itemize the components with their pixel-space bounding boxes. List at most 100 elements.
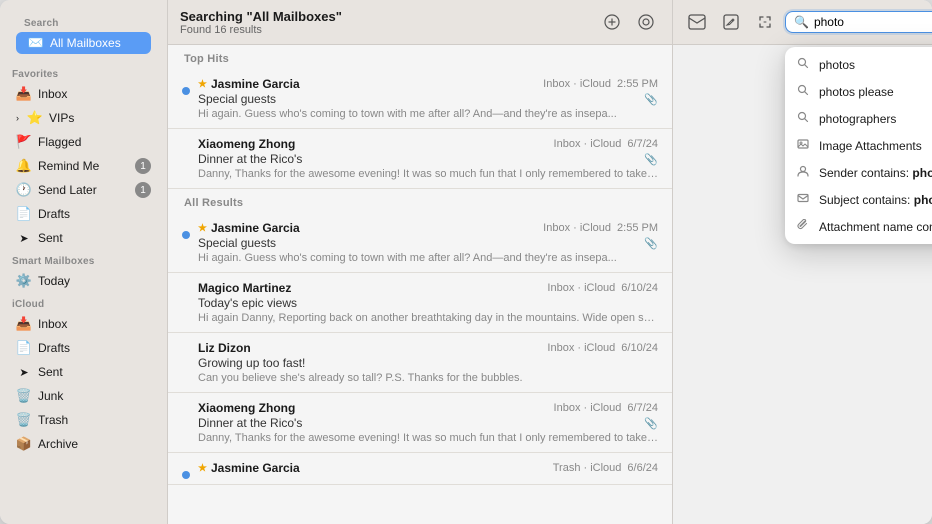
email-preview: Hi again. Guess who's coming to town wit… <box>198 252 658 264</box>
all-results-header: All Results <box>168 189 672 213</box>
search-dropdown: photos photos please <box>785 47 932 244</box>
expand-button[interactable] <box>751 8 779 36</box>
email-item[interactable]: Xiaomeng Zhong Inbox · iCloud 6/7/24 Din… <box>168 393 672 453</box>
email-preview: Hi again. Guess who's coming to town wit… <box>198 108 658 120</box>
sidebar-item-label: Send Later <box>38 183 129 197</box>
dropdown-item-subject-contains[interactable]: Subject contains: photo <box>785 186 932 213</box>
email-time: 6/10/24 <box>621 342 658 354</box>
icloud-sent-icon: ➤ <box>16 364 32 380</box>
email-time: 6/7/24 <box>627 402 658 414</box>
email-item[interactable]: ★ Jasmine Garcia Inbox · iCloud 2:55 PM … <box>168 69 672 129</box>
sidebar-item-label: Drafts <box>38 207 151 221</box>
email-location: Inbox · iCloud <box>547 342 615 354</box>
search-input[interactable] <box>814 15 932 29</box>
email-location: Inbox · iCloud <box>554 402 622 414</box>
sidebar-item-icloud-archive[interactable]: 📦 Archive <box>4 433 163 455</box>
email-list-panel: Searching "All Mailboxes" Found 16 resul… <box>168 0 673 524</box>
email-row1: Magico Martinez Inbox · iCloud 6/10/24 <box>198 281 658 295</box>
email-preview: Danny, Thanks for the awesome evening! I… <box>198 432 658 444</box>
person-icon <box>797 165 811 180</box>
new-message-button[interactable] <box>683 8 711 36</box>
email-subject: Today's epic views <box>198 296 297 310</box>
remind-me-icon: 🔔 <box>16 158 32 174</box>
sidebar-item-today[interactable]: ⚙️ Today <box>4 270 163 292</box>
sidebar-item-all-mailboxes[interactable]: ✉️ All Mailboxes <box>16 32 151 54</box>
smart-mailboxes-label: Smart Mailboxes <box>0 250 167 269</box>
sidebar-item-remind-me[interactable]: 🔔 Remind Me 1 <box>4 155 163 177</box>
dropdown-item-text: Subject contains: photo <box>819 193 932 207</box>
email-time: 6/7/24 <box>627 138 658 150</box>
app-window: Search ✉️ All Mailboxes Favorites 📥 Inbo… <box>0 0 932 524</box>
email-subject: Special guests <box>198 236 276 250</box>
email-meta: Trash · iCloud 6/6/24 <box>553 462 658 474</box>
email-location: Inbox · iCloud <box>554 138 622 150</box>
email-meta: Inbox · iCloud 2:55 PM <box>543 222 658 234</box>
attachment-icon: 📎 <box>644 153 658 166</box>
sidebar-item-inbox[interactable]: 📥 Inbox <box>4 83 163 105</box>
dropdown-item-image-attachments[interactable]: Image Attachments <box>785 132 932 159</box>
email-row1: ★ Jasmine Garcia Inbox · iCloud 2:55 PM <box>198 77 658 91</box>
compose-button[interactable] <box>717 8 745 36</box>
favorites-label: Favorites <box>0 63 167 82</box>
search-container: 🔍 ✕ photos <box>785 11 932 33</box>
sidebar-item-icloud-drafts[interactable]: 📄 Drafts <box>4 337 163 359</box>
dropdown-item-sender-contains[interactable]: Sender contains: photo <box>785 159 932 186</box>
email-item[interactable]: ★ Jasmine Garcia Trash · iCloud 6/6/24 <box>168 453 672 485</box>
sidebar-item-label: Junk <box>38 389 151 403</box>
email-row2: Dinner at the Rico's 📎 <box>198 416 658 431</box>
dropdown-item-photos-please[interactable]: photos please <box>785 78 932 105</box>
filter-button[interactable] <box>632 8 660 36</box>
email-meta: Inbox · iCloud 6/7/24 <box>554 402 658 414</box>
sidebar-item-label: Flagged <box>38 135 151 149</box>
email-meta: Inbox · iCloud 2:55 PM <box>543 78 658 90</box>
viewer-toolbar: 🔍 ✕ photos <box>673 0 932 45</box>
sidebar: Search ✉️ All Mailboxes Favorites 📥 Inbo… <box>0 0 168 524</box>
sidebar-item-send-later[interactable]: 🕐 Send Later 1 <box>4 179 163 201</box>
sidebar-item-drafts[interactable]: 📄 Drafts <box>4 203 163 225</box>
sidebar-item-label: Archive <box>38 437 151 451</box>
email-row1: ★ Jasmine Garcia Inbox · iCloud 2:55 PM <box>198 221 658 235</box>
dropdown-item-attachment-contains[interactable]: Attachment name contains: photo <box>785 213 932 240</box>
sidebar-item-icloud-sent[interactable]: ➤ Sent <box>4 361 163 383</box>
email-row2: Special guests 📎 <box>198 236 658 251</box>
sidebar-item-icloud-trash[interactable]: 🗑️ Trash <box>4 409 163 431</box>
dropdown-item-text: Attachment name contains: photo <box>819 220 932 234</box>
sidebar-item-icloud-inbox[interactable]: 📥 Inbox <box>4 313 163 335</box>
dropdown-item-photographers[interactable]: photographers <box>785 105 932 132</box>
sidebar-item-flagged[interactable]: 🚩 Flagged <box>4 131 163 153</box>
sidebar-item-label: All Mailboxes <box>50 36 139 50</box>
email-item[interactable]: Liz Dizon Inbox · iCloud 6/10/24 Growing… <box>168 333 672 393</box>
email-item[interactable]: ★ Jasmine Garcia Inbox · iCloud 2:55 PM … <box>168 213 672 273</box>
inbox-icon: 📥 <box>16 86 32 102</box>
add-mailbox-button[interactable] <box>598 8 626 36</box>
unread-dot <box>182 471 190 479</box>
sidebar-item-label: Today <box>38 274 151 288</box>
dropdown-item-text: photographers <box>819 112 932 126</box>
sidebar-item-label: Inbox <box>38 87 151 101</box>
icloud-label: iCloud <box>0 293 167 312</box>
email-sender: ★ Jasmine Garcia <box>198 461 300 475</box>
email-location: Trash · iCloud <box>553 462 622 474</box>
email-item[interactable]: Xiaomeng Zhong Inbox · iCloud 6/7/24 Din… <box>168 129 672 189</box>
email-row1: Xiaomeng Zhong Inbox · iCloud 6/7/24 <box>198 401 658 415</box>
email-subject: Dinner at the Rico's <box>198 416 302 430</box>
email-sender: Xiaomeng Zhong <box>198 401 295 415</box>
email-sender: ★ Jasmine Garcia <box>198 221 300 235</box>
email-time: 2:55 PM <box>617 222 658 234</box>
dropdown-item-photos[interactable]: photos <box>785 51 932 78</box>
toolbar-title-area: Searching "All Mailboxes" Found 16 resul… <box>180 9 590 36</box>
email-list: Top Hits ★ Jasmine Garcia Inbox · iCloud… <box>168 45 672 524</box>
email-row2: Dinner at the Rico's 📎 <box>198 152 658 167</box>
sidebar-item-sent[interactable]: ➤ Sent <box>4 227 163 249</box>
email-subject: Special guests <box>198 92 276 106</box>
email-time: 6/10/24 <box>621 282 658 294</box>
email-row2: Today's epic views <box>198 296 658 311</box>
sidebar-item-vips[interactable]: › ⭐ VIPs <box>4 107 163 129</box>
email-sender: Magico Martinez <box>198 281 291 295</box>
email-item[interactable]: Magico Martinez Inbox · iCloud 6/10/24 T… <box>168 273 672 333</box>
sidebar-item-label: VIPs <box>49 111 151 125</box>
sidebar-item-icloud-junk[interactable]: 🗑️ Junk <box>4 385 163 407</box>
sidebar-item-label: Remind Me <box>38 159 129 173</box>
send-later-icon: 🕐 <box>16 182 32 198</box>
sidebar-item-label: Sent <box>38 365 151 379</box>
